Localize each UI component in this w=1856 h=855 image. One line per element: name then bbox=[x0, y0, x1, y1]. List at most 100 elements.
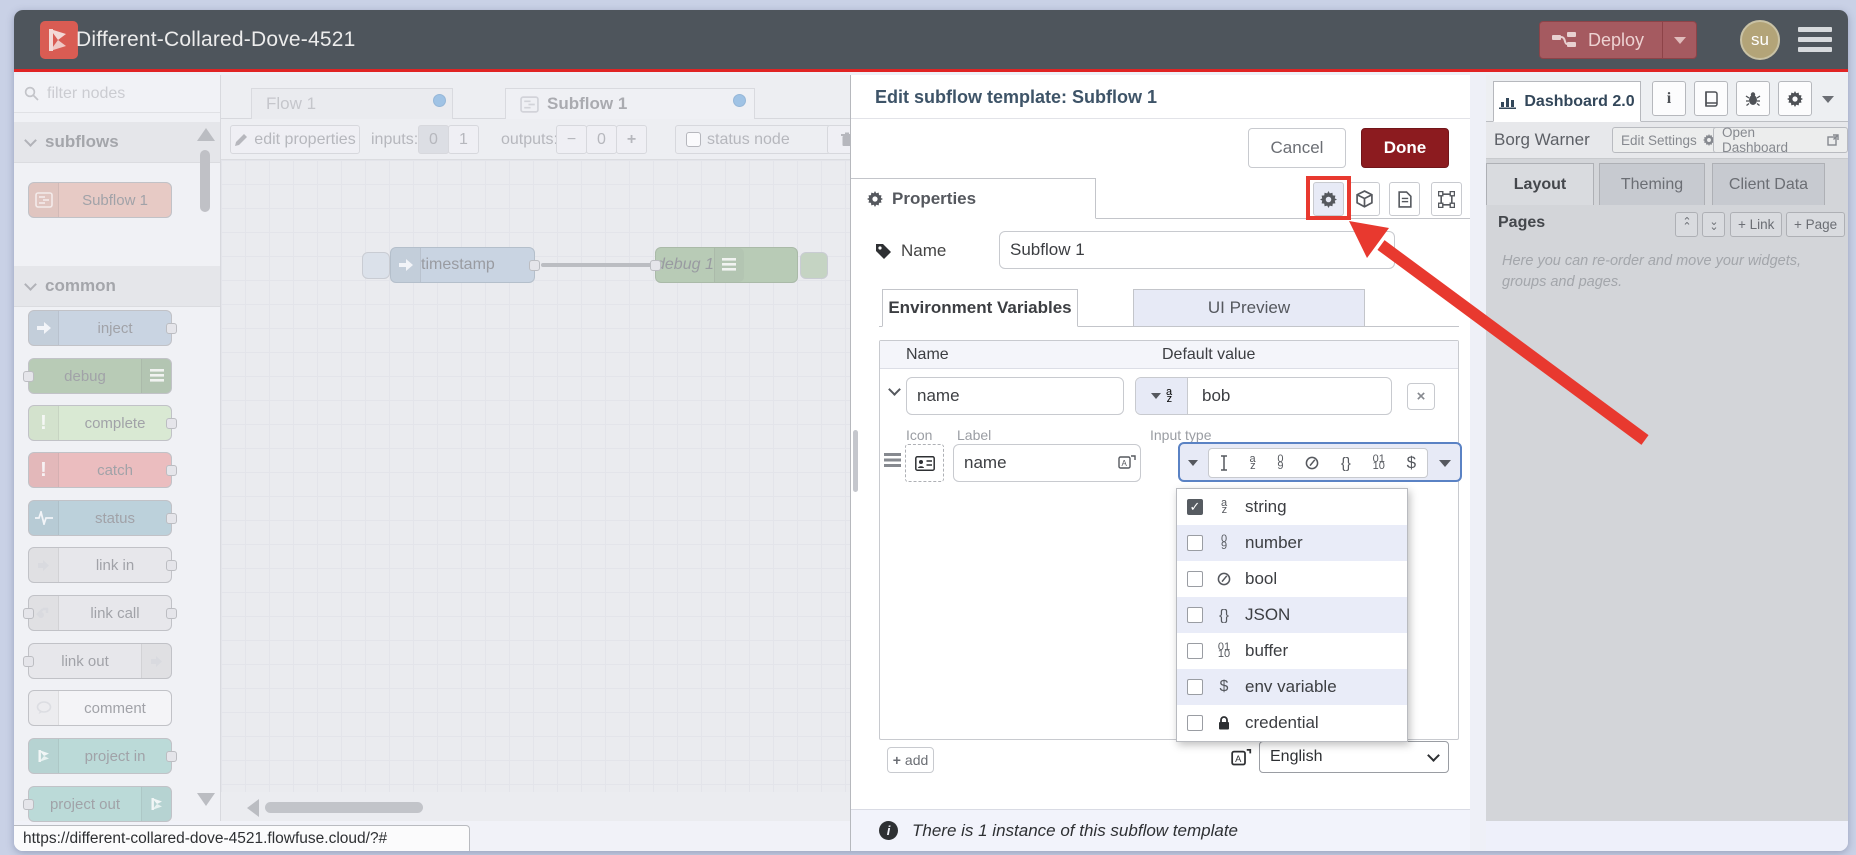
menu-option-bool[interactable]: bool bbox=[1177, 561, 1407, 597]
expand-all-button[interactable]: ⌄ ⌄ bbox=[1702, 212, 1725, 237]
tab-ui-preview[interactable]: UI Preview bbox=[1133, 289, 1365, 327]
output-port[interactable] bbox=[166, 465, 177, 476]
flow-node-timestamp[interactable]: timestamp bbox=[390, 247, 540, 283]
palette-node-complete[interactable]: ! complete bbox=[28, 405, 177, 441]
palette-category-subflows[interactable]: subflows bbox=[14, 122, 220, 163]
menu-option-json[interactable]: {} JSON bbox=[1177, 597, 1407, 633]
palette-scroll-up[interactable] bbox=[197, 128, 215, 141]
delete-row-button[interactable]: × bbox=[1407, 383, 1435, 410]
input-port[interactable] bbox=[23, 799, 34, 810]
output-port[interactable] bbox=[529, 260, 540, 271]
debug-bug-button[interactable] bbox=[1736, 81, 1770, 116]
input-port[interactable] bbox=[650, 260, 661, 271]
edit-properties-button[interactable]: edit properties bbox=[230, 125, 360, 154]
output-port[interactable] bbox=[166, 513, 177, 524]
tab-layout[interactable]: Layout bbox=[1486, 163, 1594, 205]
add-link-button[interactable]: + Link bbox=[1730, 212, 1783, 237]
outputs-value: 0 bbox=[586, 125, 617, 154]
output-port[interactable] bbox=[166, 560, 177, 571]
drag-handle-icon[interactable] bbox=[884, 453, 901, 467]
palette-node-inject[interactable]: inject bbox=[28, 310, 177, 346]
outputs-minus-button[interactable]: − bbox=[556, 125, 587, 154]
palette-node-link-call[interactable]: link call bbox=[23, 595, 177, 631]
env-name-input[interactable] bbox=[906, 377, 1124, 415]
palette-scrollbar[interactable] bbox=[200, 150, 210, 212]
output-port[interactable] bbox=[166, 323, 177, 334]
value-type-button[interactable]: az bbox=[1136, 378, 1188, 414]
collapse-all-button[interactable]: ⌃ ⌃ bbox=[1675, 212, 1698, 237]
help-book-button[interactable] bbox=[1694, 81, 1728, 116]
wire[interactable] bbox=[541, 263, 656, 267]
row-expand-chevron[interactable] bbox=[888, 383, 901, 396]
palette-node-status[interactable]: status bbox=[28, 500, 177, 536]
menu-option-number[interactable]: 09 number bbox=[1177, 525, 1407, 561]
input-port[interactable] bbox=[23, 371, 34, 382]
palette-category-common[interactable]: common bbox=[14, 266, 220, 307]
subflow-output-stub[interactable] bbox=[800, 252, 828, 279]
palette-node-project-in[interactable]: project in bbox=[28, 738, 177, 774]
input-port[interactable] bbox=[23, 656, 34, 667]
tray-resize-handle[interactable] bbox=[853, 430, 858, 492]
add-page-button[interactable]: + Page bbox=[1786, 212, 1846, 237]
menu-option-credential[interactable]: credential bbox=[1177, 705, 1407, 741]
canvas-hscrollbar[interactable] bbox=[265, 802, 423, 813]
tab-flow1[interactable]: Flow 1 bbox=[251, 88, 453, 119]
tab-client-data[interactable]: Client Data bbox=[1712, 163, 1825, 205]
config-gear-button[interactable] bbox=[1778, 81, 1812, 116]
canvas-scroll-left[interactable] bbox=[247, 799, 259, 817]
user-avatar[interactable]: su bbox=[1740, 20, 1780, 60]
output-port[interactable] bbox=[166, 418, 177, 429]
menu-option-env-variable[interactable]: $ env variable bbox=[1177, 669, 1407, 705]
locale-icon[interactable]: A bbox=[1118, 453, 1136, 471]
tab-dashboard[interactable]: Dashboard 2.0 bbox=[1493, 81, 1641, 122]
tab-theming[interactable]: Theming bbox=[1599, 163, 1705, 205]
palette-node-comment[interactable]: comment bbox=[28, 690, 172, 726]
tab-environment-variables[interactable]: Environment Variables bbox=[882, 289, 1078, 327]
menu-option-buffer[interactable]: 01 10 buffer bbox=[1177, 633, 1407, 669]
env-value-input[interactable] bbox=[1192, 380, 1388, 412]
palette-node-debug[interactable]: debug bbox=[23, 358, 172, 394]
subflow-name-input[interactable] bbox=[999, 231, 1395, 269]
input-port[interactable] bbox=[23, 608, 34, 619]
module-properties-button[interactable] bbox=[1431, 182, 1462, 216]
deploy-button[interactable]: Deploy bbox=[1539, 21, 1697, 59]
palette-node-link-in[interactable]: link in bbox=[28, 547, 177, 583]
main-menu-button[interactable] bbox=[1798, 27, 1832, 55]
flow-canvas[interactable]: Flow 1 Subflow 1 edit properties inputs:… bbox=[221, 75, 867, 821]
done-button[interactable]: Done bbox=[1361, 128, 1449, 168]
chevron-down-icon bbox=[1439, 460, 1451, 467]
open-dashboard-button[interactable]: Open Dashboard bbox=[1713, 125, 1848, 155]
checkbox-icon bbox=[1187, 607, 1203, 623]
output-port[interactable] bbox=[166, 751, 177, 762]
palette-node-subflow1[interactable]: Subflow 1 bbox=[28, 182, 172, 218]
description-doc-button[interactable] bbox=[1389, 182, 1420, 216]
output-port[interactable] bbox=[166, 608, 177, 619]
outputs-plus-button[interactable]: + bbox=[616, 125, 647, 154]
palette-node-link-out[interactable]: link out bbox=[23, 643, 172, 679]
sidebar-more-chevron[interactable] bbox=[1822, 96, 1834, 103]
flow-node-debug1[interactable]: debug 1 bbox=[650, 247, 798, 283]
palette-node-catch[interactable]: ! catch bbox=[28, 452, 177, 488]
subflow-input-stub[interactable] bbox=[362, 252, 390, 279]
menu-option-string[interactable]: ✓ az string bbox=[1177, 489, 1407, 525]
edit-settings-button[interactable]: Edit Settings bbox=[1612, 127, 1724, 153]
language-select[interactable]: English bbox=[1259, 741, 1449, 773]
palette-filter[interactable]: filter nodes bbox=[14, 75, 220, 113]
icon-picker-button[interactable] bbox=[905, 444, 944, 482]
palette-node-project-out[interactable]: project out bbox=[23, 786, 172, 822]
inputs-1-button[interactable]: 1 bbox=[448, 125, 479, 154]
cancel-button[interactable]: Cancel bbox=[1248, 128, 1346, 168]
inputs-0-button[interactable]: 0 bbox=[418, 125, 449, 154]
project-icon bbox=[141, 787, 171, 821]
appearance-cube-button[interactable] bbox=[1349, 182, 1380, 216]
env-label-input[interactable] bbox=[953, 444, 1141, 482]
info-tab-button[interactable]: i bbox=[1652, 81, 1686, 116]
dashboard-subtabs: Layout Theming Client Data bbox=[1486, 159, 1848, 205]
tab-subflow1[interactable]: Subflow 1 bbox=[505, 88, 755, 119]
input-type-widget[interactable]: az 09 {} 01 10 $ bbox=[1178, 442, 1462, 482]
palette-scroll-down[interactable] bbox=[197, 793, 215, 806]
add-env-var-button[interactable]: + add bbox=[887, 747, 934, 773]
deploy-dropdown[interactable] bbox=[1662, 22, 1696, 58]
status-node-toggle[interactable]: status node bbox=[675, 125, 831, 154]
tab-properties[interactable]: Properties bbox=[851, 178, 1096, 219]
